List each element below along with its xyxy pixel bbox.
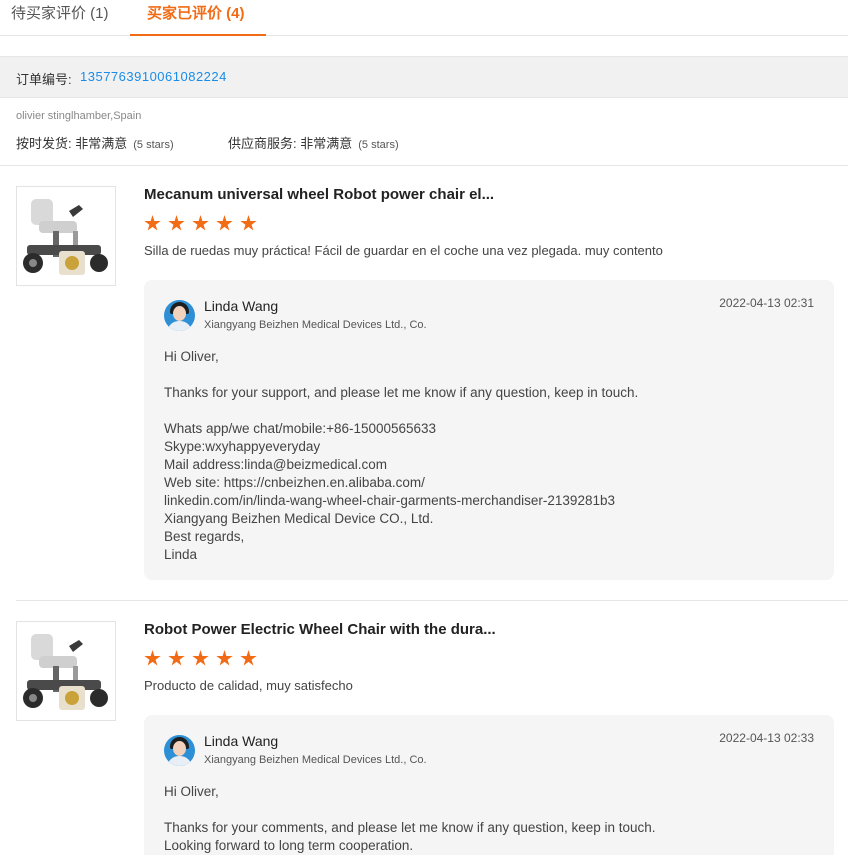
product-thumbnail[interactable] [16, 621, 116, 721]
reply-line [164, 366, 638, 384]
avatar [164, 300, 195, 331]
reply-line [164, 801, 656, 819]
reply-line: Thanks for your support, and please let … [164, 385, 639, 400]
service-rating-label: 供应商服务: [228, 136, 297, 151]
review-tabs: 待买家评价 (1) 买家已评价 (4) [0, 0, 848, 36]
star-icon [240, 215, 257, 231]
shipping-rating: 按时发货: 非常满意 (5 stars) [16, 136, 174, 151]
reply-line: Best regards, [164, 529, 245, 544]
reply-author-name: Linda Wang [204, 298, 279, 314]
reply-line [164, 402, 638, 420]
shipping-rating-label: 按时发货: [16, 136, 72, 151]
shipping-rating-value: 非常满意 [75, 136, 128, 151]
reply-line: Xiangyang Beizhen Medical Device CO., Lt… [164, 511, 434, 526]
reply-line: Hi Oliver, [164, 349, 219, 364]
star-icon [240, 650, 257, 666]
reply-author-name: Linda Wang [204, 733, 279, 749]
order-number-label: 订单编号: [16, 72, 72, 87]
tab-pending-reviews[interactable]: 待买家评价 (1) [11, 0, 109, 36]
reply-line: Mail address:linda@beizmedical.com [164, 457, 388, 472]
reply-timestamp: 2022-04-13 02:31 [719, 296, 814, 310]
star-icon [216, 650, 233, 666]
reply-line: Looking forward to long term cooperation… [164, 838, 414, 853]
reply-timestamp: 2022-04-13 02:33 [719, 731, 814, 745]
star-icon [144, 215, 161, 231]
reply-line: Hi Oliver, [164, 784, 219, 799]
tab-reviewed[interactable]: 买家已评价 (4) [130, 0, 266, 36]
service-rating: 供应商服务: 非常满意 (5 stars) [228, 133, 399, 152]
seller-reply: Linda Wang Xiangyang Beizhen Medical Dev… [144, 280, 834, 580]
seller-reply: Linda Wang Xiangyang Beizhen Medical Dev… [144, 715, 834, 855]
order-bar: 订单编号: 1357763910061082224 [0, 56, 848, 98]
seller-ratings: 按时发货: 非常满意 (5 stars) 供应商服务: 非常满意 (5 stars) [16, 133, 399, 152]
reply-body: Hi Oliver, Thanks for your comments, and… [164, 783, 656, 855]
review-comment: Producto de calidad, muy satisfecho [144, 678, 353, 693]
reply-line: Skype:wxyhappyeveryday [164, 439, 321, 454]
wheelchair-image [23, 634, 108, 710]
reply-company: Xiangyang Beizhen Medical Devices Ltd., … [204, 319, 427, 331]
service-rating-stars: (5 stars) [358, 139, 399, 151]
star-icon [216, 215, 233, 231]
review-divider [16, 600, 848, 601]
reply-line: linkedin.com/in/linda-wang-wheel-chair-g… [164, 493, 615, 508]
star-icon [192, 215, 209, 231]
star-rating [144, 215, 264, 235]
product-thumbnail[interactable] [16, 186, 116, 286]
service-rating-value: 非常满意 [300, 136, 353, 151]
reply-line: Whats app/we chat/mobile:+86-15000565633 [164, 421, 437, 436]
star-icon [192, 650, 209, 666]
star-icon [168, 650, 185, 666]
section-divider [0, 165, 848, 166]
product-title-link[interactable]: Robot Power Electric Wheel Chair with th… [144, 621, 496, 638]
reply-body: Hi Oliver, Thanks for your support, and … [164, 348, 638, 564]
reply-line: Thanks for your comments, and please let… [164, 820, 656, 835]
avatar [164, 735, 195, 766]
wheelchair-image [23, 199, 108, 275]
product-title-link[interactable]: Mecanum universal wheel Robot power chai… [144, 186, 494, 203]
star-rating [144, 650, 264, 670]
star-icon [168, 215, 185, 231]
buyer-info: olivier stinglhamber,Spain [16, 110, 142, 122]
review-comment: Silla de ruedas muy práctica! Fácil de g… [144, 243, 663, 258]
star-icon [144, 650, 161, 666]
reply-line: Web site: https://cnbeizhen.en.alibaba.c… [164, 475, 425, 490]
shipping-rating-stars: (5 stars) [133, 139, 174, 151]
order-number-link[interactable]: 1357763910061082224 [80, 69, 227, 84]
reply-company: Xiangyang Beizhen Medical Devices Ltd., … [204, 754, 427, 766]
reply-line: Linda [164, 547, 198, 562]
